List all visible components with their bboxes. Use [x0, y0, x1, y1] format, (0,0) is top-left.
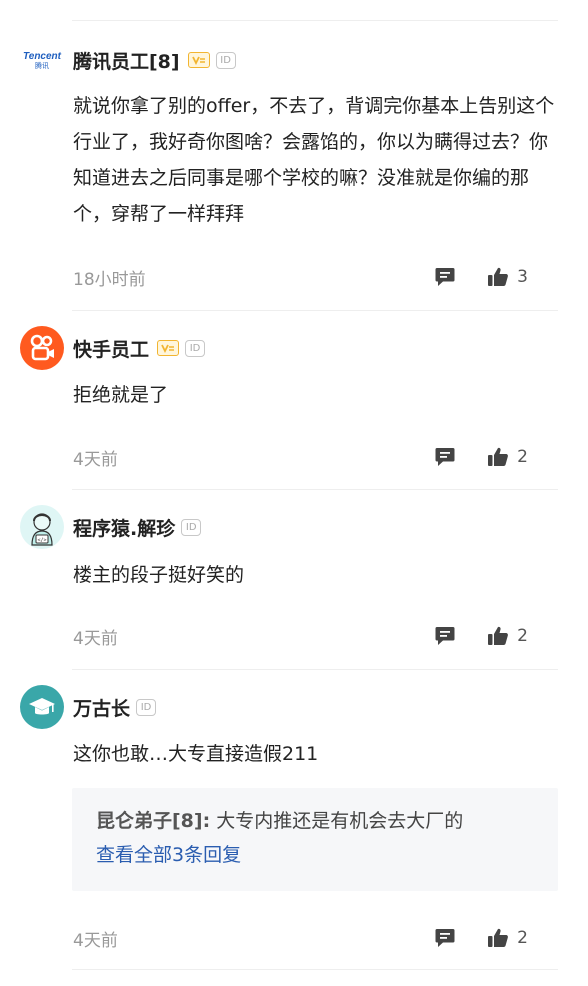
comment-bubble-icon[interactable] [434, 266, 456, 288]
tencent-logo-text: Tencent [23, 50, 61, 62]
like-count: 2 [517, 928, 528, 948]
comment-text: 这你也敢…大专直接造假211 [73, 743, 319, 765]
comment-divider [72, 669, 558, 670]
comment-time: 18小时前 [73, 269, 146, 290]
comment-time: 4天前 [73, 449, 118, 470]
like-button[interactable]: 2 [487, 625, 528, 647]
author-row: 程序猿.解珍 ID [73, 514, 202, 541]
like-button[interactable]: 2 [487, 446, 528, 468]
comment-meta: 4天前 2 [73, 624, 558, 649]
id-badge: ID [215, 51, 236, 69]
id-badge: ID [136, 698, 157, 716]
avatar-tencent[interactable]: Tencent 腾讯 [20, 38, 64, 82]
like-count: 3 [517, 267, 528, 287]
like-button[interactable]: 3 [487, 266, 528, 288]
author-name[interactable]: 快手员工 [73, 335, 149, 362]
like-count: 2 [517, 626, 528, 646]
thumbs-up-icon [488, 626, 509, 645]
comment-divider [72, 310, 558, 311]
id-badge: ID [185, 339, 206, 357]
author-name[interactable]: 腾讯员工[8] [73, 47, 180, 74]
comment-divider [72, 969, 558, 970]
comment-time: 4天前 [73, 628, 118, 649]
comment-meta: 18小时前 3 [73, 265, 558, 290]
comment-meta: 4天前 2 [73, 926, 558, 951]
author-row: 腾讯员工[8] ID [73, 47, 236, 73]
author-name[interactable]: 万古长 [73, 694, 130, 721]
comment-meta: 4天前 2 [73, 445, 558, 470]
comment-text: 就说你拿了别的offer，不去了，背调完你基本上告别这个行业了，我好奇你图啥？会… [73, 95, 555, 225]
like-count: 2 [517, 447, 528, 467]
comment-bubble-icon[interactable] [434, 446, 456, 468]
thumbs-up-icon [488, 447, 509, 466]
avatar-programmer[interactable]: </> [20, 505, 64, 549]
like-button[interactable]: 2 [487, 927, 528, 949]
vip-badge-icon [187, 52, 210, 68]
sub-reply: 昆仑弟子[8]: 大专内推还是有机会去大厂的 [96, 804, 534, 838]
comment-divider [72, 489, 558, 490]
avatar-graduate[interactable] [20, 685, 64, 729]
vip-badge-icon [157, 340, 180, 356]
thumbs-up-icon [488, 267, 509, 286]
author-row: 万古长 ID [73, 694, 157, 721]
comment-time: 4天前 [73, 930, 118, 951]
id-badge: ID [181, 518, 202, 536]
thumbs-up-icon [488, 928, 509, 947]
author-row: 快手员工 ID [73, 335, 206, 362]
sub-reply-box[interactable]: 昆仑弟子[8]: 大专内推还是有机会去大厂的 查看全部3条回复 [72, 788, 558, 891]
author-name[interactable]: 程序猿.解珍 [73, 514, 175, 541]
sub-reply-text: 大专内推还是有机会去大厂的 [210, 810, 464, 832]
view-all-replies-link[interactable]: 查看全部3条回复 [96, 838, 534, 872]
graduation-cap-icon [29, 698, 55, 715]
svg-text:</>: </> [37, 538, 46, 544]
tencent-logo-sub: 腾讯 [35, 61, 49, 70]
sub-reply-author[interactable]: 昆仑弟子[8]: [96, 810, 210, 832]
comment-bubble-icon[interactable] [434, 927, 456, 949]
top-divider [72, 20, 558, 21]
programmer-avatar-icon: </> [31, 513, 53, 546]
kuaishou-logo-icon [30, 334, 54, 361]
avatar-kuaishou[interactable] [20, 326, 64, 370]
comment-text: 拒绝就是了 [73, 384, 169, 406]
comment-text: 楼主的段子挺好笑的 [73, 564, 245, 586]
comment-bubble-icon[interactable] [434, 625, 456, 647]
